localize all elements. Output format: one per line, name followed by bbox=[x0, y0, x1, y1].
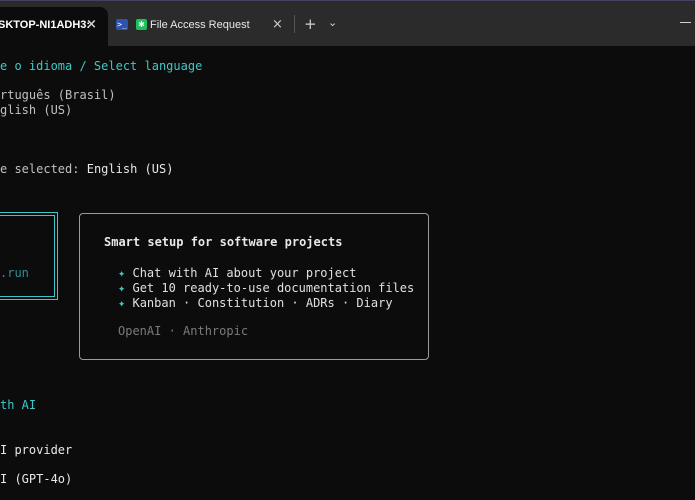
tab-label: File Access Request bbox=[150, 19, 250, 31]
language-selected: e selected: English (US) bbox=[0, 162, 173, 176]
close-icon[interactable]: × bbox=[272, 17, 283, 32]
minimize-button[interactable] bbox=[680, 1, 695, 37]
card-item: ✦ Chat with AI about your project bbox=[118, 266, 357, 280]
card-title: Smart setup for software projects bbox=[104, 235, 343, 249]
tab-label: SKTOP-NI1ADH3: bbox=[0, 19, 91, 31]
card-item: ✦ Get 10 ready-to-use documentation file… bbox=[118, 281, 415, 295]
tab-bar: SKTOP-NI1ADH3: × >_ ✱ File Access Reques… bbox=[0, 0, 695, 47]
ai-heading: th AI bbox=[0, 398, 37, 412]
language-option-en: glish (US) bbox=[0, 103, 73, 117]
chevron-down-icon[interactable]: ⌄ bbox=[328, 16, 337, 29]
card-providers: OpenAI · Anthropic bbox=[118, 324, 249, 338]
tab-file-access-request[interactable]: >_ ✱ File Access Request × bbox=[108, 7, 294, 47]
close-icon[interactable]: × bbox=[86, 17, 97, 32]
card-item: ✦ Kanban · Constitution · ADRs · Diary bbox=[118, 296, 393, 310]
tab-terminal-active[interactable]: SKTOP-NI1ADH3: × bbox=[0, 7, 108, 47]
provider-label: I provider bbox=[0, 443, 73, 457]
selected-label: e selected: bbox=[0, 162, 80, 176]
new-tab-button[interactable]: + bbox=[304, 15, 317, 33]
banner-box bbox=[0, 212, 58, 300]
provider-value: I (GPT-4o) bbox=[0, 472, 73, 486]
selected-value: English (US) bbox=[86, 162, 174, 176]
sparkle-icon: ✦ bbox=[118, 266, 126, 280]
banner-text: .run bbox=[0, 266, 29, 280]
language-prompt: e o idioma / Select language bbox=[0, 59, 203, 73]
sparkle-icon: ✦ bbox=[118, 281, 126, 295]
powershell-icon: >_ bbox=[116, 19, 128, 30]
language-option-pt: rtuguês (Brasil) bbox=[0, 88, 116, 102]
sparkle-icon: ✦ bbox=[118, 296, 126, 310]
terminal-output[interactable]: e o idioma / Select language rtuguês (Br… bbox=[0, 46, 695, 500]
info-card: Smart setup for software projects ✦ Chat… bbox=[79, 213, 429, 360]
app-icon: ✱ bbox=[136, 19, 147, 30]
tab-separator bbox=[294, 15, 295, 33]
